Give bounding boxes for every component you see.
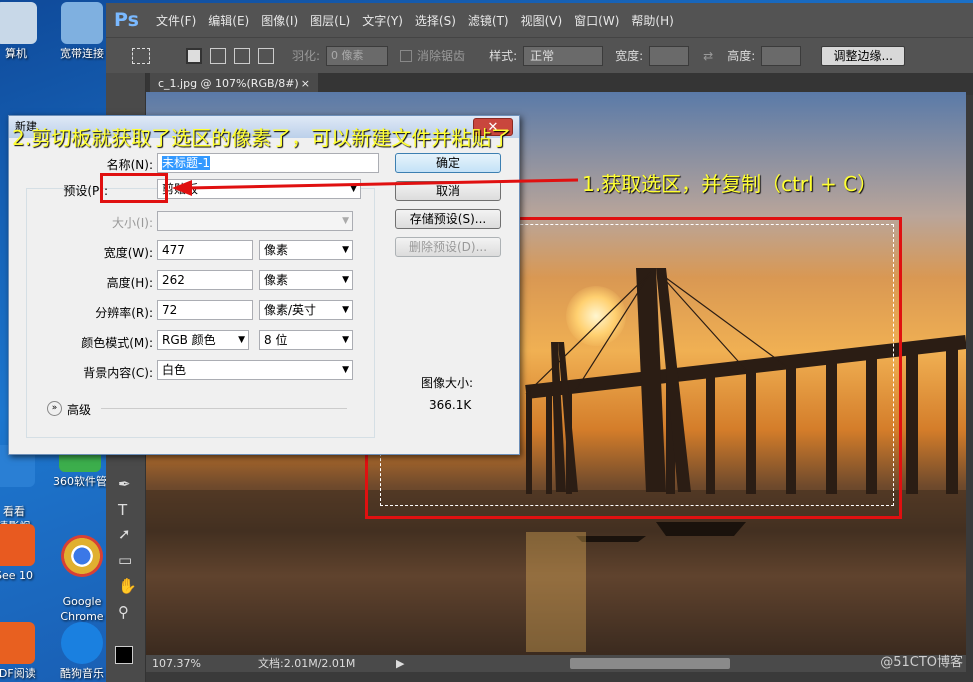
watermark: @51CTO博客 [880,655,963,670]
annotation-arrow [172,178,579,196]
annotation-step1: 1.获取选区，并复制（ctrl + C） [582,172,878,196]
annotation-step2: 2.剪切板就获取了选区的像素了，可以新建文件并粘贴了 [12,126,512,150]
